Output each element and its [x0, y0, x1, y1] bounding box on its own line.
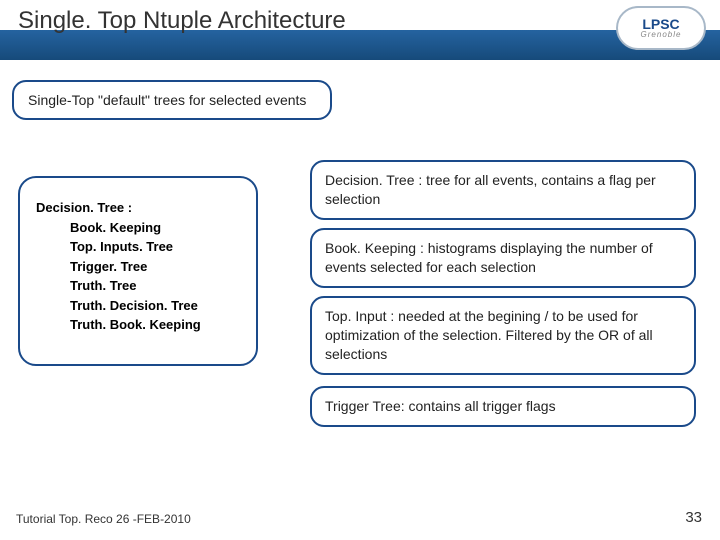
tree-item: Top. Inputs. Tree — [70, 237, 240, 257]
tree-root: Decision. Tree : — [36, 198, 240, 218]
logo: LPSC Grenoble — [616, 6, 706, 50]
tree-item: Trigger. Tree — [70, 257, 240, 277]
desc-text: Top. Input : needed at the begining / to… — [325, 308, 653, 362]
subtitle-box: Single-Top "default" trees for selected … — [12, 80, 332, 120]
footer-left: Tutorial Top. Reco 26 -FEB-2010 — [16, 512, 191, 526]
desc-top-input: Top. Input : needed at the begining / to… — [310, 296, 696, 375]
desc-text: Trigger Tree: contains all trigger flags — [325, 398, 556, 414]
desc-book-keeping: Book. Keeping : histograms displaying th… — [310, 228, 696, 288]
tree-box: Decision. Tree : Book. Keeping Top. Inpu… — [18, 176, 258, 366]
tree-item: Truth. Decision. Tree — [70, 296, 240, 316]
desc-trigger-tree: Trigger Tree: contains all trigger flags — [310, 386, 696, 427]
desc-text: Decision. Tree : tree for all events, co… — [325, 172, 656, 207]
tree-item: Book. Keeping — [70, 218, 240, 238]
subtitle-text: Single-Top "default" trees for selected … — [28, 92, 306, 108]
tree-item: Truth. Book. Keeping — [70, 315, 240, 335]
desc-text: Book. Keeping : histograms displaying th… — [325, 240, 653, 275]
tree-item: Truth. Tree — [70, 276, 240, 296]
title-bar: Single. Top Ntuple Architecture LPSC Gre… — [0, 0, 720, 60]
page-number: 33 — [685, 509, 702, 526]
desc-decision-tree: Decision. Tree : tree for all events, co… — [310, 160, 696, 220]
logo-main: LPSC — [642, 17, 679, 31]
logo-sub: Grenoble — [641, 31, 682, 39]
page-title: Single. Top Ntuple Architecture — [18, 7, 346, 35]
